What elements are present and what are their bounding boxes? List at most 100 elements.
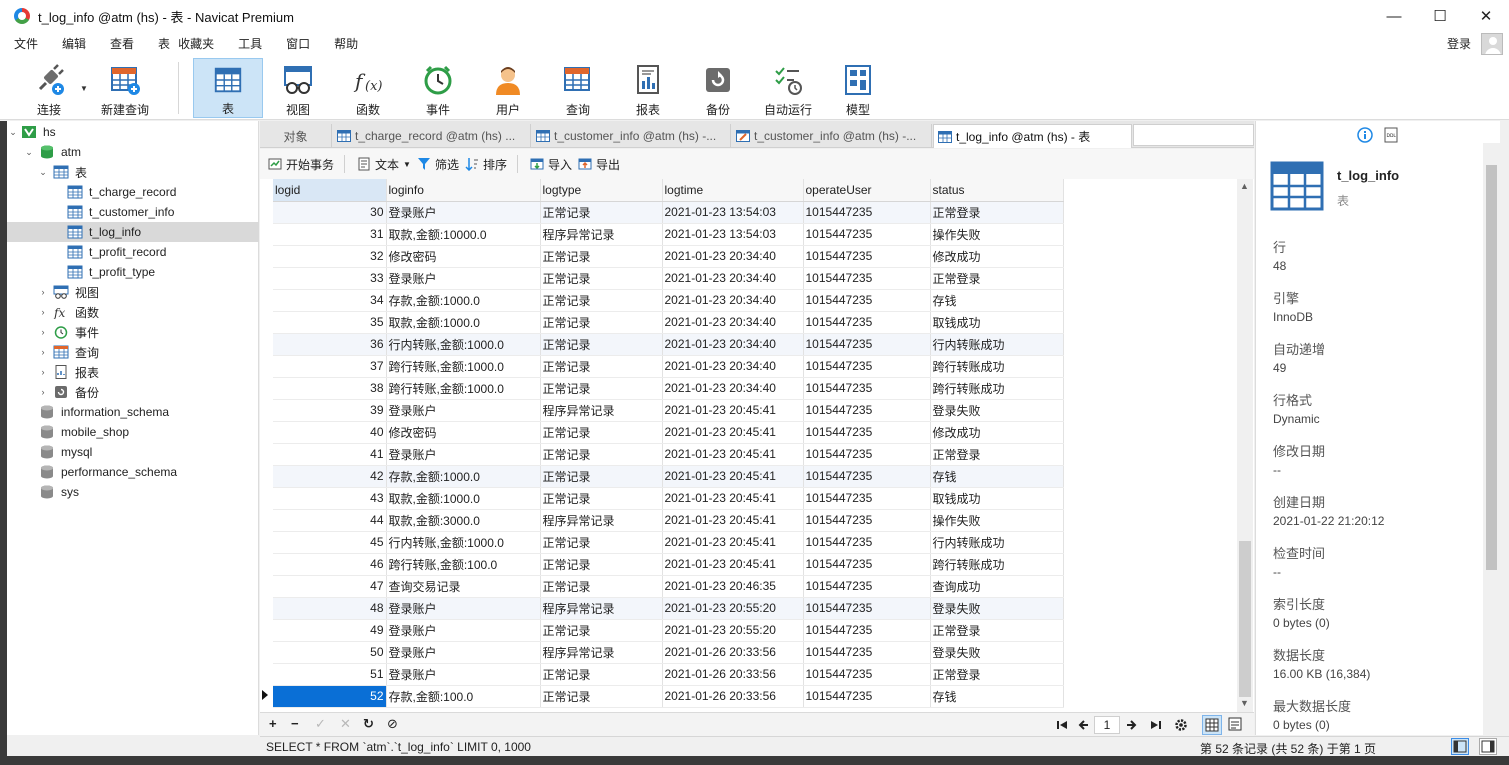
grid-vertical-scrollbar[interactable]: ▲ ▼ [1237, 179, 1253, 712]
cell-loginfo[interactable]: 登录账户 [386, 267, 541, 290]
tree-database-information-schema[interactable]: information_schema [7, 402, 259, 422]
cell-logtype[interactable]: 正常记录 [540, 663, 663, 686]
expand-icon[interactable]: › [37, 327, 49, 337]
cell-status[interactable]: 正常登录 [930, 663, 1064, 686]
cell-logtype[interactable]: 程序异常记录 [540, 509, 663, 532]
cell-logtype[interactable]: 正常记录 [540, 487, 663, 510]
cell-status[interactable]: 操作失败 [930, 509, 1064, 532]
cell-logtime[interactable]: 2021-01-23 20:34:40 [662, 245, 804, 268]
cell-logtime[interactable]: 2021-01-23 20:45:41 [662, 421, 804, 444]
cell-status[interactable]: 正常登录 [930, 443, 1064, 466]
cell-logid[interactable]: 41 [273, 443, 387, 466]
cell-logid[interactable]: 31 [273, 223, 387, 246]
tree-tables-group[interactable]: ⌄ 表 [7, 162, 259, 182]
cell-logtype[interactable]: 正常记录 [540, 333, 663, 356]
cell-operateuser[interactable]: 1015447235 [803, 399, 931, 422]
cell-logid[interactable]: 34 [273, 289, 387, 312]
cell-logid[interactable]: 42 [273, 465, 387, 488]
cell-status[interactable]: 正常登录 [930, 267, 1064, 290]
cell-status[interactable]: 行内转账成功 [930, 531, 1064, 554]
cell-status[interactable]: 跨行转账成功 [930, 355, 1064, 378]
cell-loginfo[interactable]: 修改密码 [386, 245, 541, 268]
filter-button[interactable]: 筛选 [417, 156, 459, 173]
table-row[interactable]: 47 查询交易记录 正常记录 2021-01-23 20:46:35 101544723… [273, 575, 1064, 598]
tab-t-customer-info-2[interactable]: t_customer_info @atm (hs) -... [732, 124, 932, 148]
expand-icon[interactable]: › [37, 287, 49, 297]
tree-backups-group[interactable]: › 备份 [7, 382, 259, 402]
cell-loginfo[interactable]: 跨行转账,金额:100.0 [386, 553, 541, 576]
cell-logtime[interactable]: 2021-01-23 20:45:41 [662, 399, 804, 422]
column-header-logid[interactable]: logid [273, 179, 387, 202]
cell-loginfo[interactable]: 登录账户 [386, 597, 541, 620]
auto-run-button[interactable]: 自动运行 [753, 58, 823, 118]
cell-operateuser[interactable]: 1015447235 [803, 531, 931, 554]
cell-logtime[interactable]: 2021-01-26 20:33:56 [662, 663, 804, 686]
cell-loginfo[interactable]: 取款,金额:1000.0 [386, 487, 541, 510]
refresh-button[interactable]: ↻ [363, 716, 374, 732]
scroll-down-icon[interactable]: ▼ [1240, 698, 1249, 708]
cell-logid[interactable]: 50 [273, 641, 387, 664]
new-query-button[interactable]: 新建查询 [90, 58, 160, 118]
cell-loginfo[interactable]: 跨行转账,金额:1000.0 [386, 355, 541, 378]
cell-logtype[interactable]: 正常记录 [540, 443, 663, 466]
cell-status[interactable]: 正常登录 [930, 619, 1064, 642]
cell-logid[interactable]: 38 [273, 377, 387, 400]
cell-loginfo[interactable]: 行内转账,金额:1000.0 [386, 333, 541, 356]
cell-logtime[interactable]: 2021-01-23 20:55:20 [662, 619, 804, 642]
column-header-operateuser[interactable]: operateUser [803, 179, 931, 202]
cell-status[interactable]: 取钱成功 [930, 487, 1064, 510]
cell-logtype[interactable]: 程序异常记录 [540, 641, 663, 664]
cell-logid[interactable]: 35 [273, 311, 387, 334]
table-row[interactable]: 33 登录账户 正常记录 2021-01-23 20:34:40 1015447235 正… [273, 267, 1064, 290]
grid-view-toggle[interactable] [1202, 715, 1222, 735]
cell-operateuser[interactable]: 1015447235 [803, 575, 931, 598]
stop-button[interactable]: ⊘ [387, 716, 398, 732]
last-page-icon[interactable] [1150, 719, 1162, 731]
cell-status[interactable]: 修改成功 [930, 421, 1064, 444]
cell-logtime[interactable]: 2021-01-23 20:34:40 [662, 355, 804, 378]
cell-operateuser[interactable]: 1015447235 [803, 685, 931, 708]
layout-toggle-left-button[interactable] [1451, 738, 1469, 755]
table-row[interactable]: 51 登录账户 正常记录 2021-01-26 20:33:56 1015447235 正… [273, 663, 1064, 686]
cell-status[interactable]: 跨行转账成功 [930, 553, 1064, 576]
form-view-toggle[interactable] [1226, 715, 1246, 735]
cell-logtime[interactable]: 2021-01-23 20:34:40 [662, 289, 804, 312]
column-header-logtime[interactable]: logtime [662, 179, 804, 202]
cell-logid[interactable]: 48 [273, 597, 387, 620]
cell-logtype[interactable]: 程序异常记录 [540, 223, 663, 246]
cell-loginfo[interactable]: 登录账户 [386, 201, 541, 224]
cell-logtype[interactable]: 正常记录 [540, 619, 663, 642]
collapse-icon[interactable]: ⌄ [37, 167, 49, 178]
tree-views-group[interactable]: › 视图 [7, 282, 259, 302]
cell-logtype[interactable]: 正常记录 [540, 245, 663, 268]
cell-logtime[interactable]: 2021-01-23 20:45:41 [662, 443, 804, 466]
cell-logid[interactable]: 46 [273, 553, 387, 576]
cell-logtime[interactable]: 2021-01-23 20:45:41 [662, 465, 804, 488]
cell-operateuser[interactable]: 1015447235 [803, 553, 931, 576]
cell-logtime[interactable]: 2021-01-26 20:33:56 [662, 685, 804, 708]
table-row[interactable]: 46 跨行转账,金额:100.0 正常记录 2021-01-23 20:45:41 10… [273, 553, 1064, 576]
info-panel-scrollbar-thumb[interactable] [1486, 165, 1497, 570]
cell-logtime[interactable]: 2021-01-23 13:54:03 [662, 223, 804, 246]
cell-logtype[interactable]: 正常记录 [540, 377, 663, 400]
cell-loginfo[interactable]: 取款,金额:3000.0 [386, 509, 541, 532]
menu-view[interactable]: 查看 [98, 32, 146, 56]
cell-loginfo[interactable]: 存款,金额:100.0 [386, 685, 541, 708]
menu-window[interactable]: 窗口 [274, 32, 322, 56]
table-row[interactable]: 37 跨行转账,金额:1000.0 正常记录 2021-01-23 20:34:40 1… [273, 355, 1064, 378]
cell-logtime[interactable]: 2021-01-23 20:45:41 [662, 487, 804, 510]
begin-transaction-button[interactable]: 开始事务 [268, 156, 334, 173]
cell-loginfo[interactable]: 存款,金额:1000.0 [386, 465, 541, 488]
cell-loginfo[interactable]: 跨行转账,金额:1000.0 [386, 377, 541, 400]
tree-functions-group[interactable]: › fx 函数 [7, 302, 259, 322]
menu-tools[interactable]: 工具 [226, 32, 274, 56]
cell-operateuser[interactable]: 1015447235 [803, 377, 931, 400]
expand-icon[interactable]: › [37, 367, 49, 377]
export-button[interactable]: 导出 [578, 156, 620, 173]
cell-operateuser[interactable]: 1015447235 [803, 487, 931, 510]
tab-t-charge-record[interactable]: t_charge_record @atm (hs) ... [333, 124, 531, 148]
table-row[interactable]: 39 登录账户 程序异常记录 2021-01-23 20:45:41 101544723… [273, 399, 1064, 422]
cell-logtype[interactable]: 正常记录 [540, 685, 663, 708]
collapse-icon[interactable]: ⌄ [23, 147, 35, 158]
expand-icon[interactable]: › [37, 387, 49, 397]
